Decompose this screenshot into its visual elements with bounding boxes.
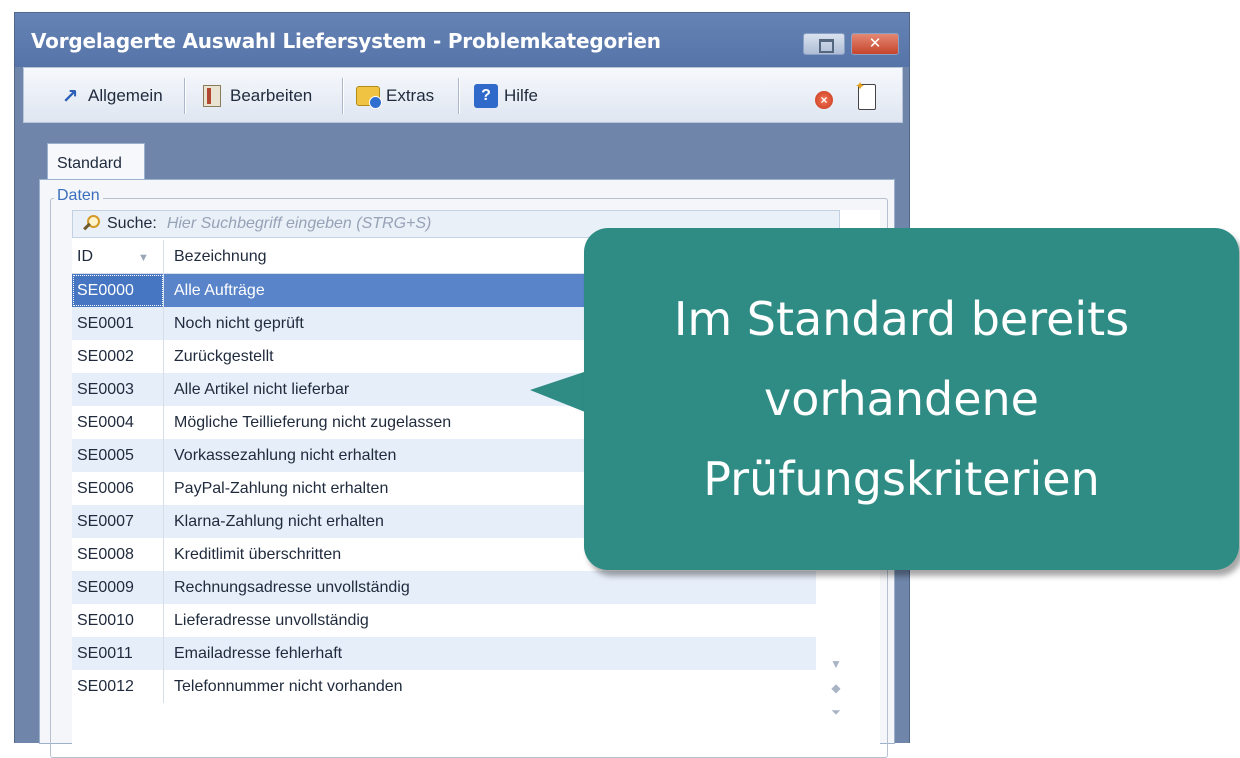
toolbar-divider — [342, 78, 343, 114]
menu-extras[interactable]: Extras — [356, 80, 434, 112]
cell-id: SE0012 — [72, 670, 164, 703]
cell-id: SE0001 — [72, 307, 164, 340]
table-row[interactable]: SE0009 Rechnungsadresse unvollständig — [72, 571, 816, 604]
menu-allgemein[interactable]: ↗ Allgemein — [58, 80, 163, 112]
close-button[interactable]: ✕ — [851, 33, 899, 55]
cell-bezeichnung: Telefonnummer nicht vorhanden — [174, 678, 403, 695]
callout-line: Im Standard bereits — [673, 292, 1130, 346]
title-bar: Vorgelagerte Auswahl Liefersystem - Prob… — [15, 13, 909, 67]
edit-icon — [200, 84, 224, 108]
group-label: Daten — [54, 187, 103, 205]
tab-standard[interactable]: Standard — [47, 143, 145, 181]
scroll-controls: ▼ ◆ ⏷ — [824, 652, 848, 724]
cell-id: SE0011 — [72, 637, 164, 670]
menu-hilfe-label: Hilfe — [504, 86, 539, 105]
sort-down-icon: ▼ — [138, 252, 149, 264]
callout-line: vorhandene — [764, 372, 1039, 426]
cell-id: SE0006 — [72, 472, 164, 505]
table-row[interactable]: SE0011 Emailadresse fehlerhaft — [72, 637, 816, 670]
scroll-down-icon[interactable]: ▼ — [824, 652, 848, 676]
menu-allgemein-label: Allgemein — [88, 86, 163, 105]
restore-button[interactable] — [803, 33, 845, 55]
search-icon — [81, 214, 101, 234]
cell-id: SE0009 — [72, 571, 164, 604]
column-header-id-label: ID — [77, 248, 93, 265]
cell-bezeichnung: Emailadresse fehlerhaft — [174, 645, 343, 662]
extras-icon — [356, 84, 382, 109]
toolbar-divider — [184, 78, 185, 114]
callout-pointer — [530, 370, 590, 414]
stop-icon[interactable]: × — [815, 91, 833, 109]
callout-bubble: Im Standard bereits vorhandene Prüfungsk… — [584, 228, 1239, 570]
cell-id: SE0008 — [72, 538, 164, 571]
search-label: Suche: — [107, 215, 157, 232]
table-row[interactable]: SE0010 Lieferadresse unvollständig — [72, 604, 816, 637]
menu-bearbeiten-label: Bearbeiten — [230, 86, 313, 105]
tab-strip: Standard — [23, 123, 903, 181]
menu-extras-label: Extras — [386, 86, 435, 105]
cell-bezeichnung: Lieferadresse unvollständig — [174, 612, 369, 629]
cell-id: SE0003 — [72, 373, 164, 406]
window-title: Vorgelagerte Auswahl Liefersystem - Prob… — [31, 29, 661, 53]
column-header-id[interactable]: ID ▼ — [72, 240, 164, 273]
cell-bezeichnung: Rechnungsadresse unvollständig — [174, 579, 410, 596]
callout-line: Prüfungskriterien — [703, 452, 1100, 506]
scroll-end-icon[interactable]: ⏷ — [824, 700, 848, 724]
table-row[interactable]: SE0012 Telefonnummer nicht vorhanden — [72, 670, 816, 703]
toolbar: ↗ Allgemein Bearbeiten Extras ? Hilfe × — [23, 67, 903, 123]
arrow-icon: ↗ — [61, 85, 79, 108]
cell-id: SE0004 — [72, 406, 164, 439]
cell-id: SE0007 — [72, 505, 164, 538]
menu-bearbeiten[interactable]: Bearbeiten — [200, 80, 312, 112]
new-document-icon[interactable] — [855, 79, 876, 110]
menu-hilfe[interactable]: ? Hilfe — [474, 80, 538, 112]
help-icon: ? — [474, 84, 498, 108]
scroll-step-icon[interactable]: ◆ — [824, 676, 848, 700]
cell-id: SE0002 — [72, 340, 164, 373]
column-header-bezeichnung[interactable]: Bezeichnung — [164, 240, 267, 273]
toolbar-divider — [458, 78, 459, 114]
cell-id: SE0010 — [72, 604, 164, 637]
cell-id: SE0000 — [72, 274, 164, 307]
cell-id: SE0005 — [72, 439, 164, 472]
callout-text: Im Standard bereits vorhandene Prüfungsk… — [674, 279, 1149, 519]
